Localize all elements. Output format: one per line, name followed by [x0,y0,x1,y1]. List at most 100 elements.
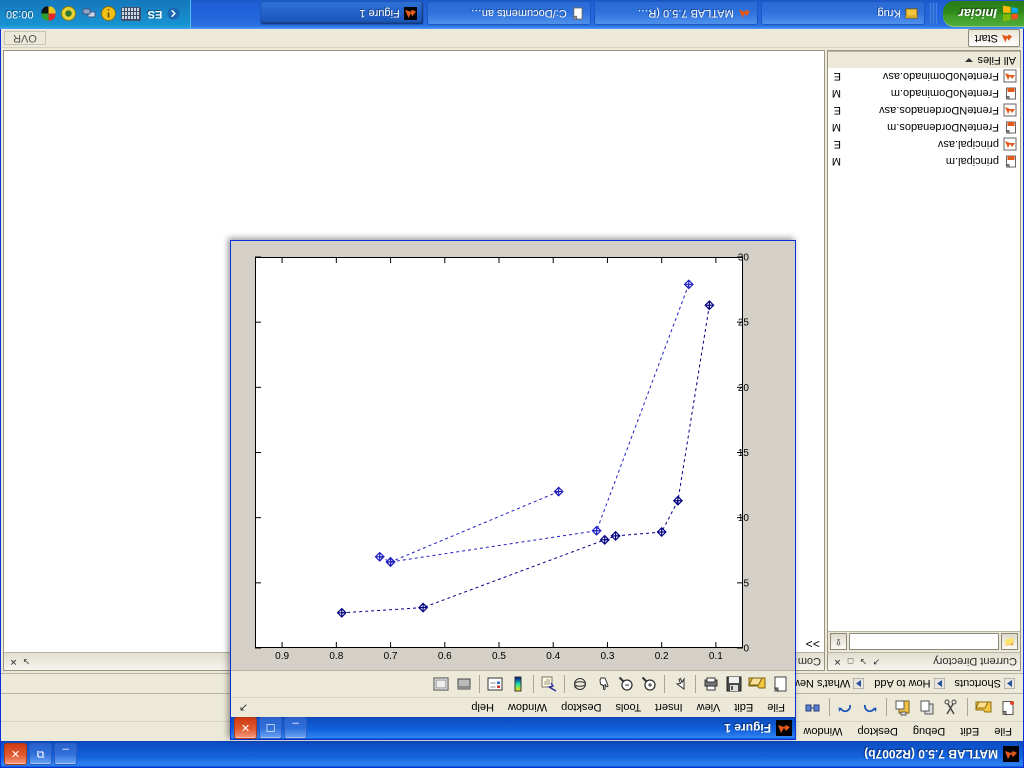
menu-debug[interactable]: Debug [906,724,952,740]
figure-menu-insert[interactable]: Insert [648,700,690,716]
window-icon [905,8,918,19]
data-cursor-icon[interactable] [538,673,560,695]
figure-menu-file[interactable]: File [760,700,792,716]
file-name: FrenteNDordenados.asv [879,104,999,117]
list-item[interactable]: FrenteNDordenados.asv E [828,102,1020,119]
menu-window[interactable]: Window [796,724,849,740]
current-directory-title: Current Directory [933,655,1017,668]
file-filter-row[interactable]: All Files [828,51,1020,68]
matlab-icon [1003,746,1019,762]
taskbar-item-documents[interactable]: C:/Documents an… [426,1,591,26]
shortcut-whats-new[interactable]: What's New [792,678,865,690]
taskbar-item-krug[interactable]: Krug [760,1,925,26]
close-button[interactable]: ✕ [4,743,27,765]
list-item[interactable]: FrenteNoDominado.m M [828,85,1020,102]
shortcut-how-to-add[interactable]: How to Add [874,678,945,690]
figure-title-bar: Figure 1 _ ☐ ✕ [231,717,795,739]
svg-text:0.9: 0.9 [275,651,289,662]
panel-maximize-icon[interactable]: □ [844,655,857,668]
figure-maximize-button[interactable]: ☐ [259,717,282,739]
zoom-in-icon[interactable] [638,673,660,695]
antivirus-tray-icon[interactable] [60,6,76,22]
toolbar-separator [479,675,480,693]
dock-figure-icon[interactable]: ↗ [234,701,248,714]
figure-menu-help[interactable]: Help [464,700,501,716]
colorbar-icon[interactable] [507,673,529,695]
list-item[interactable]: principal.asv E [828,136,1020,153]
new-file-icon[interactable] [997,697,1019,719]
figure-minimize-button[interactable]: _ [284,717,307,739]
figure-menu-window[interactable]: Window [501,700,554,716]
svg-text:0.8: 0.8 [329,651,343,662]
undo-icon[interactable] [859,697,881,719]
menu-desktop[interactable]: Desktop [851,724,905,740]
panel-close-icon[interactable]: ✕ [831,655,844,668]
network-tray-icon[interactable] [81,7,96,22]
figure-canvas[interactable]: 0.1 0.2 0.3 0.4 0.5 0.6 0.7 0.8 0.9 0 5 10 15 20 25 30 [231,241,795,670]
shortcut-shortcuts[interactable]: Shortcuts [955,678,1015,690]
taskbar-grip[interactable] [928,3,937,25]
shortcut-arrow-icon [933,678,945,689]
simulink-icon[interactable] [802,697,824,719]
list-item[interactable]: principal.m M [828,153,1020,170]
svg-text:0.5: 0.5 [492,651,506,662]
figure-menu-edit[interactable]: Edit [727,700,760,716]
edit-plot-icon[interactable] [669,673,691,695]
toolbar-separator [664,675,665,693]
browse-folder-button[interactable]: 📁 [1001,633,1018,651]
print-figure-icon[interactable] [700,673,722,695]
start-button[interactable]: Iniciar [942,1,1024,27]
language-indicator[interactable]: ES [148,8,163,20]
windows-logo-icon [1003,6,1018,22]
taskbar-item-label: Krug [877,7,901,20]
panel-undock-icon[interactable]: ↘ [20,655,33,668]
pan-icon[interactable] [592,673,614,695]
new-figure-icon[interactable] [769,673,791,695]
redo-icon[interactable] [835,697,857,719]
toolbar-separator [533,675,534,693]
taskbar-item-figure1[interactable]: Figure 1 [259,1,424,26]
file-list[interactable]: FrenteNoDominado.asv E FrenteNoDominado.… [828,68,1020,631]
directory-path-input[interactable] [849,633,999,651]
copy-icon[interactable] [916,697,938,719]
figure-menu-view[interactable]: View [690,700,728,716]
minimize-button[interactable]: _ [54,743,77,765]
warning-tray-icon[interactable] [100,6,116,22]
taskbar-clock[interactable]: 00:30 [6,8,34,20]
show-plot-tools-icon[interactable] [430,673,452,695]
svg-text:15: 15 [738,448,750,459]
taskbar-item-matlab[interactable]: MATLAB 7.5.0 (R… [593,1,758,26]
restore-button[interactable]: ⧉ [29,743,52,765]
list-item[interactable]: FrenteNDordenados.m M [828,119,1020,136]
chevron-down-icon[interactable] [965,58,974,62]
menu-edit[interactable]: Edit [953,724,986,740]
hide-plot-tools-icon[interactable] [453,673,475,695]
rotate3d-icon[interactable] [569,673,591,695]
paste-icon[interactable] [892,697,914,719]
save-figure-icon[interactable] [723,673,745,695]
show-hidden-icons-icon[interactable] [167,7,180,21]
keyboard-icon[interactable] [120,7,141,21]
panel-help-icon[interactable]: ↗ [870,655,883,668]
open-file-icon[interactable] [973,697,995,719]
shortcut-label: Shortcuts [954,677,1001,690]
menu-file[interactable]: File [987,724,1019,740]
figure-close-button[interactable]: ✕ [234,717,257,739]
matlab-start-button[interactable]: Start [967,29,1020,47]
figure-menu-desktop[interactable]: Desktop [554,700,608,716]
volume-tray-icon[interactable] [41,7,56,22]
file-name: FrenteNoDominado.m [890,87,999,100]
svg-text:25: 25 [738,318,750,329]
taskbar-buttons: Krug MATLAB 7.5.0 (R… C:/Documents an… F… [191,0,925,29]
figure-menu-tools[interactable]: Tools [608,700,648,716]
up-one-level-button[interactable]: ⇪ [830,633,847,651]
svg-text:0.7: 0.7 [384,651,398,662]
zoom-out-icon[interactable] [615,673,637,695]
panel-undock-icon[interactable]: ↘ [857,655,870,668]
legend-icon[interactable] [484,673,506,695]
cut-icon[interactable] [940,697,962,719]
panel-close-icon[interactable]: ✕ [7,655,20,668]
matlab-title-text: MATLAB 7.5.0 (R2007b) [864,747,998,761]
open-figure-icon[interactable] [746,673,768,695]
list-item[interactable]: FrenteNoDominado.asv E [828,68,1020,85]
